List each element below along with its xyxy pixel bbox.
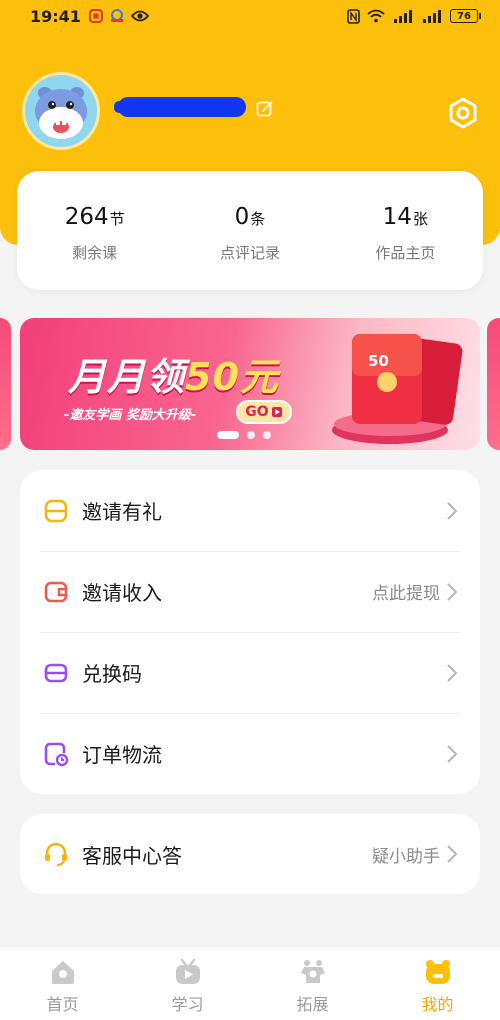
order-clock-icon (44, 742, 69, 766)
eye-icon (130, 10, 149, 22)
notification-icon (88, 9, 103, 23)
carousel-dots (217, 431, 271, 439)
app-notification-icon (110, 9, 123, 22)
tab-mine[interactable]: 我的 (375, 947, 500, 1020)
hippo-avatar-icon (35, 87, 87, 139)
tab-label: 首页 (46, 995, 79, 1014)
stat-value: 14 (382, 204, 412, 230)
tab-label: 拓展 (296, 995, 329, 1014)
settings-icon[interactable] (447, 97, 479, 129)
carousel-dot[interactable] (247, 431, 255, 439)
wallet-icon (44, 581, 68, 602)
nfc-icon (347, 8, 360, 24)
banner-title: 月月领50元 (68, 346, 279, 401)
signal-icon (394, 10, 412, 23)
stat-remaining-lessons[interactable]: 264 节 剩余课 (17, 171, 172, 290)
menu-item-redeem-code[interactable]: 兑换码 (20, 632, 480, 713)
wifi-icon (367, 9, 385, 23)
home-icon (51, 961, 74, 984)
carousel-dot[interactable] (263, 431, 271, 439)
menu-card: 邀请有礼 邀请收入 点此提现 兑换码 订单物流 (20, 470, 480, 794)
banner-prev-peek[interactable] (0, 318, 11, 450)
banner-go-label: GO (245, 404, 269, 420)
service-card: 客服中心答 疑小助手 (20, 814, 480, 894)
menu-label: 客服中心答 (82, 843, 182, 868)
menu-item-invite-gift[interactable]: 邀请有礼 (20, 470, 480, 551)
menu-label: 兑换码 (82, 662, 142, 686)
chevron-right-icon (447, 501, 458, 520)
menu-item-invite-income[interactable]: 邀请收入 点此提现 (20, 551, 480, 632)
stat-review-records[interactable]: 0 条 点评记录 (172, 171, 327, 290)
status-time: 19:41 (30, 6, 81, 26)
red-packet-icon: 50 (332, 334, 463, 444)
menu-label: 订单物流 (82, 743, 162, 767)
banner-title-amount: 50元 (185, 355, 279, 399)
stat-label: 剩余课 (72, 244, 118, 262)
ticket-icon (44, 663, 68, 682)
stat-works-home[interactable]: 14 张 作品主页 (328, 171, 483, 290)
tab-expand[interactable]: 拓展 (250, 947, 375, 1020)
banner-title-prefix: 月月领 (68, 355, 186, 399)
menu-item-customer-service[interactable]: 客服中心答 疑小助手 (20, 814, 480, 894)
banner-go-button[interactable]: GO (236, 400, 292, 424)
stat-unit: 节 (109, 210, 125, 228)
status-bar: 19:41 76 (0, 0, 500, 32)
profile-bear-icon (425, 960, 450, 984)
tv-icon (175, 958, 200, 984)
signal-icon-2 (423, 10, 441, 23)
menu-item-order-logistics[interactable]: 订单物流 (20, 713, 480, 794)
battery-icon: 76 (450, 9, 481, 23)
chevron-right-icon (447, 744, 458, 763)
carousel-dot[interactable] (217, 431, 239, 439)
play-icon (271, 407, 282, 417)
withdraw-hint[interactable]: 点此提现 (372, 579, 440, 604)
avatar[interactable] (22, 72, 100, 150)
menu-label: 邀请收入 (82, 581, 162, 605)
tab-label: 学习 (171, 995, 204, 1014)
packet-amount: 50 (368, 352, 389, 370)
chevron-right-icon (447, 845, 458, 863)
promo-banner[interactable]: 月月领50元 -邀友学画 奖励大升级- GO 50 (20, 318, 480, 450)
stats-card: 264 节 剩余课 0 条 点评记录 14 张 作品主页 (17, 171, 483, 290)
stat-label: 点评记录 (219, 244, 280, 262)
tab-study[interactable]: 学习 (125, 947, 250, 1020)
menu-hint: 疑小助手 (372, 846, 440, 867)
gift-icon (44, 499, 68, 522)
stat-unit: 张 (412, 210, 428, 228)
stat-value: 0 (234, 204, 250, 230)
username-redacted (114, 97, 246, 117)
banner-subtitle: -邀友学画 奖励大升级- (64, 408, 197, 423)
stat-value: 264 (64, 204, 109, 230)
banner-next-peek[interactable] (487, 318, 500, 450)
stat-label: 作品主页 (375, 244, 436, 262)
tab-home[interactable]: 首页 (0, 947, 125, 1020)
menu-label: 邀请有礼 (82, 500, 162, 524)
chevron-right-icon (447, 582, 458, 601)
tab-label: 我的 (421, 995, 454, 1014)
headset-icon (45, 842, 67, 867)
stat-unit: 条 (250, 210, 266, 228)
chevron-right-icon (447, 663, 458, 682)
edit-icon[interactable] (256, 100, 274, 118)
bottom-tab-bar: 首页 学习 拓展 我的 (0, 946, 500, 1020)
explore-icon (300, 960, 325, 983)
